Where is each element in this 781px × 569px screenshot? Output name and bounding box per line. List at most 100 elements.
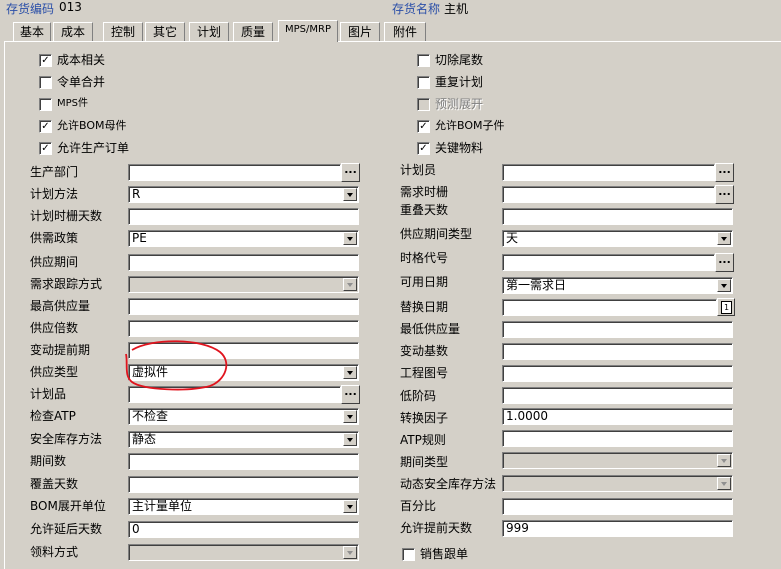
label-planner: 计划员	[400, 163, 437, 177]
checkbox-label: 重复计划	[435, 75, 484, 89]
tab-cost[interactable]: 成本	[53, 22, 93, 41]
label-supply-period: 供应期间	[30, 255, 79, 269]
demand-timefence-browse-button[interactable]: ...	[715, 185, 734, 204]
chevron-down-icon	[717, 477, 731, 490]
supply-period-input[interactable]	[128, 254, 359, 271]
label-period-type: 期间类型	[400, 455, 449, 469]
coverage-days-input[interactable]	[128, 476, 359, 493]
label-demand-timefence: 需求时栅	[400, 185, 449, 199]
dynamic-safety-stock-select	[502, 475, 733, 492]
tab-plan[interactable]: 计划	[189, 22, 229, 41]
bom-expand-unit-value: 主计量单位	[132, 499, 193, 513]
demand-timefence-input[interactable]	[502, 186, 715, 203]
name-value: 主机	[444, 2, 469, 16]
planner-input[interactable]	[502, 164, 715, 181]
bom-expand-unit-select[interactable]: 主计量单位	[128, 498, 359, 515]
time-grid-code-input[interactable]	[502, 254, 715, 271]
chevron-down-icon[interactable]	[343, 188, 357, 201]
label-supply-multiple: 供应倍数	[30, 321, 79, 335]
check-atp-value: 不检查	[132, 409, 169, 423]
chevron-down-icon[interactable]	[717, 232, 731, 245]
chevron-down-icon[interactable]	[717, 279, 731, 292]
label-conversion-factor: 转换因子	[400, 411, 449, 425]
chevron-down-icon[interactable]	[343, 232, 357, 245]
chevron-down-icon	[343, 278, 357, 291]
checkbox-label: 允许BOM母件	[57, 119, 127, 132]
plan-item-browse-button[interactable]: ...	[341, 385, 360, 404]
tab-other[interactable]: 其它	[145, 22, 185, 41]
chevron-down-icon[interactable]	[343, 433, 357, 446]
percentage-input[interactable]	[502, 498, 733, 515]
name-label: 存货名称	[392, 2, 441, 16]
checkbox-box[interactable]: ✓	[39, 54, 52, 67]
tab-attachment[interactable]: 附件	[384, 22, 426, 41]
safety-stock-method-value: 静态	[132, 432, 157, 446]
chevron-down-icon[interactable]	[343, 500, 357, 513]
checkbox-box[interactable]: ✓	[417, 142, 430, 155]
checkbox-box[interactable]: ✓	[39, 120, 52, 133]
conversion-factor-input[interactable]: 1.0000	[502, 408, 733, 425]
material-issue-method-select	[128, 544, 359, 561]
calendar-icon: 1	[721, 301, 732, 314]
label-plan-item: 计划品	[30, 387, 67, 401]
checkbox-box[interactable]	[39, 76, 52, 89]
low-level-code-input[interactable]	[502, 387, 733, 404]
checkbox-box[interactable]	[402, 548, 415, 561]
checkbox-box[interactable]	[417, 76, 430, 89]
supply-demand-policy-select[interactable]: PE	[128, 230, 359, 247]
variable-base-input[interactable]	[502, 343, 733, 360]
production-dept-input[interactable]	[128, 164, 341, 181]
chevron-down-icon[interactable]	[343, 410, 357, 423]
chevron-down-icon[interactable]	[343, 366, 357, 379]
plan-timefence-days-input[interactable]	[128, 208, 359, 225]
label-plan-method: 计划方法	[30, 187, 79, 201]
min-supply-input[interactable]	[502, 321, 733, 338]
label-safety-stock-method: 安全库存方法	[30, 432, 103, 446]
replace-date-input[interactable]	[502, 299, 717, 316]
allow-delay-days-input[interactable]: 0	[128, 521, 359, 538]
checkbox-label: 令单合并	[57, 75, 106, 89]
available-date-value: 第一需求日	[506, 278, 567, 292]
label-allow-delay-days: 允许延后天数	[30, 522, 103, 536]
time-grid-code-browse-button[interactable]: ...	[715, 253, 734, 272]
label-demand-tracking: 需求跟踪方式	[30, 277, 103, 291]
tab-control[interactable]: 控制	[103, 22, 143, 41]
label-plan-timefence-days: 计划时栅天数	[30, 209, 103, 223]
checkbox-label: 成本相关	[57, 53, 106, 67]
checkbox-box[interactable]: ✓	[417, 120, 430, 133]
available-date-select[interactable]: 第一需求日	[502, 277, 733, 294]
checkbox-label: MPS件	[57, 98, 89, 109]
label-overlap-days: 重叠天数	[400, 203, 449, 217]
supply-multiple-input[interactable]	[128, 320, 359, 337]
atp-rule-input[interactable]	[502, 430, 733, 447]
code-label: 存货编码	[6, 2, 55, 16]
tab-basic[interactable]: 基本	[13, 22, 51, 41]
demand-tracking-select	[128, 276, 359, 293]
checkbox-label: 销售跟单	[420, 547, 469, 561]
planner-browse-button[interactable]: ...	[715, 163, 734, 182]
checkbox-box[interactable]: ✓	[39, 142, 52, 155]
checkbox-box[interactable]	[417, 54, 430, 67]
drawing-number-input[interactable]	[502, 365, 733, 382]
allow-advance-days-input[interactable]: 999	[502, 520, 733, 537]
label-supply-type: 供应类型	[30, 365, 79, 379]
label-dynamic-safety-stock: 动态安全库存方法	[400, 477, 497, 491]
tab-picture[interactable]: 图片	[340, 22, 380, 41]
label-drawing-number: 工程图号	[400, 366, 449, 380]
safety-stock-method-select[interactable]: 静态	[128, 431, 359, 448]
period-count-input[interactable]	[128, 453, 359, 470]
supply-period-type-select[interactable]: 天	[502, 230, 733, 247]
plan-method-value: R	[132, 187, 141, 201]
max-supply-input[interactable]	[128, 298, 359, 315]
label-variable-base: 变动基数	[400, 344, 449, 358]
check-atp-select[interactable]: 不检查	[128, 408, 359, 425]
plan-method-select[interactable]: R	[128, 186, 359, 203]
tab-mps-mrp[interactable]: MPS/MRP	[278, 20, 338, 42]
period-type-select	[502, 452, 733, 469]
checkbox-label: 允许生产订单	[57, 141, 130, 155]
calendar-button[interactable]: 1	[717, 298, 735, 316]
overlap-days-input[interactable]	[502, 208, 733, 225]
tab-quality[interactable]: 质量	[233, 22, 273, 41]
checkbox-box[interactable]	[39, 98, 52, 111]
production-dept-browse-button[interactable]: ...	[341, 163, 360, 182]
